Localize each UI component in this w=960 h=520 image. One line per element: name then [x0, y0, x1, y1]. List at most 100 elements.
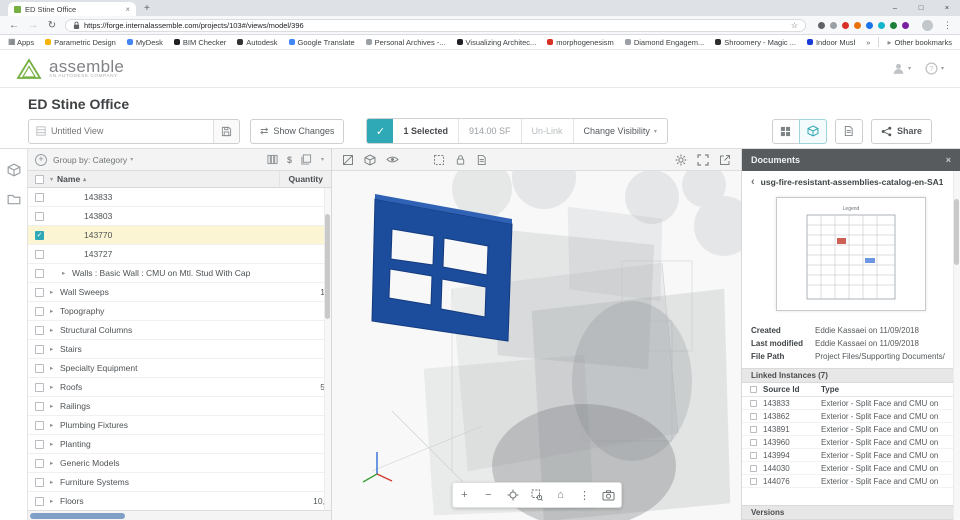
expand-caret-icon[interactable]: ▸ [50, 478, 60, 486]
bookmark-item[interactable]: ▦Apps [8, 38, 34, 47]
row-checkbox[interactable] [35, 250, 44, 259]
row-checkbox[interactable] [35, 345, 44, 354]
model-browser-icon[interactable] [7, 163, 21, 177]
new-tab-button[interactable]: + [144, 3, 150, 14]
expand-caret-icon[interactable]: ▸ [50, 364, 60, 372]
table-row[interactable]: ▸Generic Models [28, 454, 331, 473]
select-all-checkbox[interactable] [35, 175, 44, 184]
more-options-icon[interactable]: ⋮ [573, 483, 597, 507]
scrollbar-thumb[interactable] [325, 214, 330, 319]
grid-view-button[interactable] [772, 119, 800, 144]
extension-icon[interactable] [854, 22, 861, 29]
section-box-icon[interactable] [342, 154, 354, 166]
row-checkbox[interactable] [750, 413, 757, 420]
linked-instance-row[interactable]: 143891Exterior - Split Face and CMU on [742, 423, 960, 436]
row-checkbox[interactable] [35, 193, 44, 202]
bookmark-item[interactable]: Autodesk [237, 38, 277, 47]
table-row[interactable]: ▸Wall Sweeps1 [28, 283, 331, 302]
row-checkbox[interactable] [750, 426, 757, 433]
zoom-out-button[interactable]: − [477, 483, 501, 507]
unlink-button[interactable]: Un-Link [521, 119, 573, 143]
scrollbar-thumb[interactable] [954, 199, 959, 265]
row-checkbox[interactable] [750, 465, 757, 472]
row-checkbox[interactable] [35, 326, 44, 335]
assemble-logo[interactable]: assemble AN AUTODESK COMPANY [16, 58, 124, 80]
row-checkbox[interactable] [35, 497, 44, 506]
expand-caret-icon[interactable]: ▸ [50, 421, 60, 429]
change-visibility-button[interactable]: Change Visibility ▾ [573, 119, 667, 143]
expand-caret-icon[interactable]: ▸ [50, 402, 60, 410]
expand-caret-icon[interactable]: ▸ [50, 288, 60, 296]
help-menu-button[interactable]: ? ▾ [925, 62, 944, 75]
user-menu-button[interactable]: ▾ [892, 62, 911, 75]
table-row[interactable]: ✓143770 [28, 226, 331, 245]
home-view-button[interactable]: ⌂ [549, 483, 573, 507]
linked-instance-row[interactable]: 144076Exterior - Split Face and CMU on [742, 475, 960, 488]
back-chevron-icon[interactable]: ‹ [751, 176, 755, 188]
row-checkbox[interactable] [35, 440, 44, 449]
select-all-checkbox[interactable] [750, 386, 757, 393]
save-view-button[interactable] [213, 120, 239, 143]
row-checkbox[interactable] [35, 212, 44, 221]
orbit-target-icon[interactable] [501, 483, 525, 507]
tab-close-icon[interactable]: × [125, 5, 130, 14]
fullscreen-icon[interactable] [697, 154, 709, 166]
selection-window-icon[interactable] [433, 154, 445, 166]
caret-down-icon[interactable]: ▾ [321, 156, 324, 163]
table-row[interactable]: ▸Walls : Basic Wall : CMU on Mtl. Stud W… [28, 264, 331, 283]
linked-instance-row[interactable]: 143994Exterior - Split Face and CMU on [742, 449, 960, 462]
linked-instances-header[interactable]: Linked Instances (7) [742, 368, 960, 383]
bookmark-item[interactable]: Shroomery - Magic ... [715, 38, 796, 47]
browser-tab[interactable]: ED Stine Office × [8, 2, 136, 16]
source-id-column-header[interactable]: Source Id [763, 385, 821, 394]
browser-menu-icon[interactable]: ⋮ [943, 20, 952, 31]
table-row[interactable]: ▸Specialty Equipment [28, 359, 331, 378]
extension-icon[interactable] [866, 22, 873, 29]
row-checkbox[interactable] [35, 307, 44, 316]
close-panel-icon[interactable]: × [946, 155, 951, 165]
other-bookmarks-button[interactable]: ▸ Other bookmarks [887, 38, 952, 47]
bookmark-item[interactable]: Diamond Engagem... [625, 38, 704, 47]
extension-icon[interactable] [842, 22, 849, 29]
model-view-button[interactable] [799, 119, 827, 144]
extension-icon[interactable] [890, 22, 897, 29]
bookmark-item[interactable]: MyDesk [127, 38, 163, 47]
table-row[interactable]: 143803 [28, 207, 331, 226]
expand-caret-icon[interactable]: ▸ [50, 459, 60, 467]
table-row[interactable]: ▸Topography [28, 302, 331, 321]
expand-caret-icon[interactable]: ▸ [50, 440, 60, 448]
expand-caret-icon[interactable]: ▸ [50, 497, 60, 505]
saved-views-icon[interactable] [301, 154, 312, 165]
bookmark-item[interactable]: morphogenesism [547, 38, 614, 47]
group-by-dropdown[interactable]: Group by: Category ▾ [53, 155, 133, 165]
linked-instance-row[interactable]: 143833Exterior - Split Face and CMU on [742, 397, 960, 410]
expand-caret-icon[interactable]: ▸ [62, 269, 72, 277]
linked-instance-row[interactable]: 144030Exterior - Split Face and CMU on [742, 462, 960, 475]
cost-data-icon[interactable]: $ [287, 155, 292, 165]
show-changes-button[interactable]: ⇄ Show Changes [250, 119, 344, 144]
table-row[interactable]: ▸Floors10, [28, 492, 331, 510]
table-row[interactable]: 143833 [28, 188, 331, 207]
bookmark-item[interactable]: Parametric Design [45, 38, 116, 47]
settings-gear-icon[interactable] [675, 154, 687, 166]
expand-caret-icon[interactable]: ▸ [50, 307, 60, 315]
share-button[interactable]: Share [871, 119, 932, 144]
table-row[interactable]: 143727 [28, 245, 331, 264]
row-checkbox[interactable] [750, 400, 757, 407]
bookmark-star-icon[interactable]: ☆ [791, 21, 798, 30]
screenshot-camera-button[interactable] [597, 483, 621, 507]
document-view-button[interactable] [835, 119, 863, 144]
extension-icon[interactable] [830, 22, 837, 29]
row-checkbox[interactable] [35, 421, 44, 430]
lock-icon[interactable] [455, 154, 466, 166]
table-row[interactable]: ▸Furniture Systems [28, 473, 331, 492]
row-checkbox[interactable] [35, 402, 44, 411]
columns-icon[interactable] [267, 154, 278, 165]
expand-caret-icon[interactable]: ▸ [50, 326, 60, 334]
scrollbar-thumb[interactable] [30, 513, 125, 519]
table-row[interactable]: ▸Structural Columns [28, 321, 331, 340]
bookmark-item[interactable]: Personal Archives -... [366, 38, 446, 47]
expand-caret-icon[interactable]: ▸ [50, 383, 60, 391]
extension-icon[interactable] [878, 22, 885, 29]
name-column-header[interactable]: Name ▴ [57, 174, 279, 184]
